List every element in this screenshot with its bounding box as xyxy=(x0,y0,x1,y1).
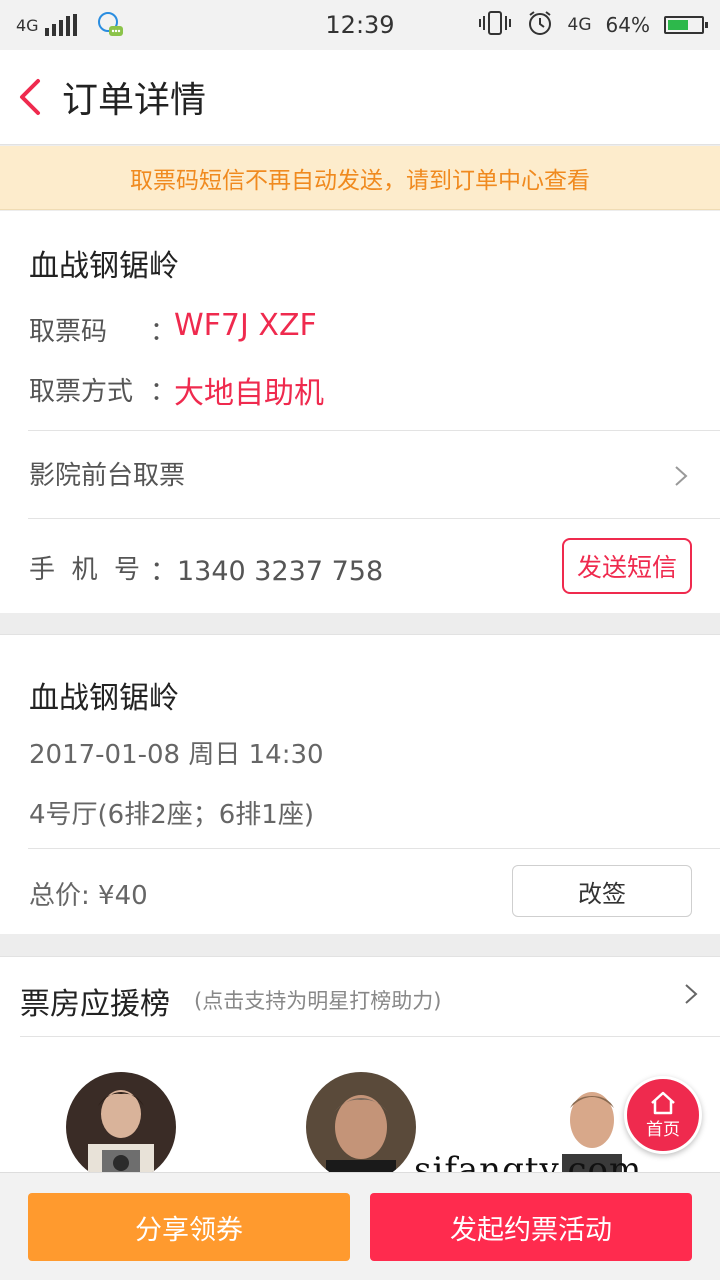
divider xyxy=(28,848,720,849)
change-ticket-button[interactable]: 改签 xyxy=(512,865,692,917)
qq-icon xyxy=(95,10,125,40)
chevron-left-icon xyxy=(20,79,40,115)
order-card: 血战钢锯岭 2017-01-08 周日 14:30 4号厅(6排2座；6排1座)… xyxy=(0,634,720,934)
alarm-icon xyxy=(526,9,554,42)
phone-number: ：1340 3237 758 xyxy=(150,556,384,587)
code-label: 取票码 xyxy=(29,317,108,347)
box-office-subtitle: (点击支持为明星打榜助力) xyxy=(194,989,442,1013)
box-office-card[interactable]: 票房应援榜 (点击支持为明星打榜助力) xyxy=(0,956,720,1172)
method-label: 取票方式 xyxy=(29,377,134,407)
phone-label: 手 机 号 xyxy=(29,555,141,585)
status-left: 4G xyxy=(16,10,125,40)
network-type-2: 4G xyxy=(567,15,592,35)
pickup-code: WF7J XZF xyxy=(174,308,317,343)
pickup-location-label: 影院前台取票 xyxy=(29,461,186,491)
divider xyxy=(20,1036,720,1037)
page-header: 订单详情 xyxy=(0,50,720,145)
status-right: 4G 64% xyxy=(478,0,708,50)
signal-icon xyxy=(44,14,77,36)
box-office-title: 票房应援榜 xyxy=(20,987,170,1022)
method-colon: ： xyxy=(150,377,177,407)
chevron-right-icon xyxy=(685,984,698,1004)
notice-banner: 取票码短信不再自动发送，请到订单中心查看 xyxy=(0,146,720,210)
page-title: 订单详情 xyxy=(62,80,207,121)
bottom-action-bar: 分享领券 发起约票活动 xyxy=(0,1172,720,1280)
home-label: 首页 xyxy=(646,1119,680,1140)
share-coupon-button[interactable]: 分享领券 xyxy=(28,1193,350,1261)
start-invite-button[interactable]: 发起约票活动 xyxy=(370,1193,692,1261)
home-floating-button[interactable]: 首页 xyxy=(624,1076,702,1154)
status-bar: 4G 12:39 4G 64% xyxy=(0,0,720,50)
movie-title: 血战钢锯岭 xyxy=(29,249,179,284)
home-icon xyxy=(651,1091,675,1114)
battery-text: 64% xyxy=(605,13,650,37)
order-movie-title: 血战钢锯岭 xyxy=(29,681,179,716)
star-avatar[interactable] xyxy=(66,1072,176,1172)
chevron-right-icon xyxy=(675,466,688,486)
ticket-card: 血战钢锯岭 取票码 ： WF7J XZF 取票方式 ： 大地自助机 影院前台取票… xyxy=(0,211,720,613)
divider xyxy=(28,518,720,519)
showtime: 2017-01-08 周日 14:30 xyxy=(29,740,324,770)
battery-icon xyxy=(664,16,708,34)
code-colon: ： xyxy=(150,317,177,347)
network-type: 4G xyxy=(16,15,39,35)
send-sms-button[interactable]: 发送短信 xyxy=(562,538,692,594)
seat-info: 4号厅(6排2座；6排1座) xyxy=(29,800,314,830)
back-button[interactable] xyxy=(0,50,60,145)
total-price: 总价: ¥40 xyxy=(29,881,148,911)
pickup-location-row[interactable]: 影院前台取票 xyxy=(0,431,720,519)
vibrate-icon xyxy=(478,10,512,41)
pickup-method: 大地自助机 xyxy=(174,376,324,411)
star-avatar[interactable] xyxy=(306,1072,416,1172)
